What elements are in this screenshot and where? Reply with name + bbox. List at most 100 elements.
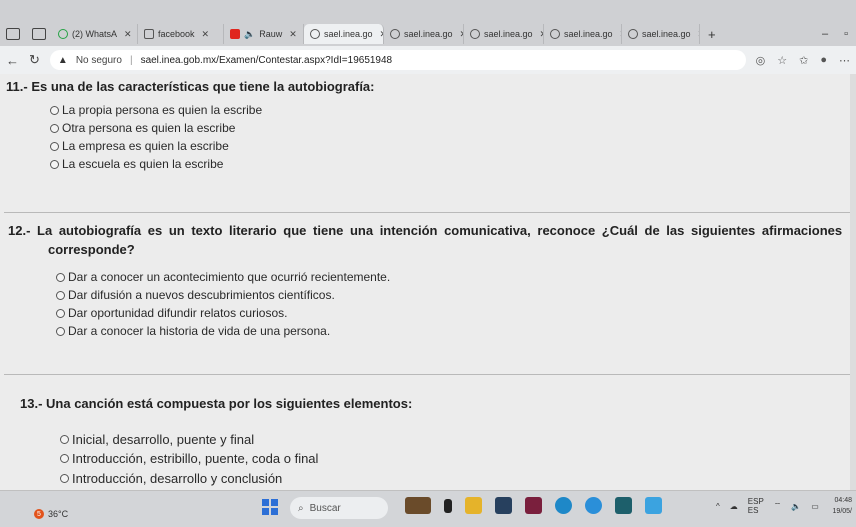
- new-tab-button[interactable]: +: [700, 27, 724, 42]
- radio-button[interactable]: [60, 454, 69, 463]
- q12-option-2[interactable]: Dar difusión a nuevos descubrimientos ci…: [56, 288, 335, 302]
- radio-button[interactable]: [56, 290, 65, 300]
- tab-actions-icon[interactable]: [32, 28, 46, 40]
- back-arrow-icon[interactable]: ←: [6, 53, 19, 68]
- weather-widget[interactable]: 5 36°C: [34, 509, 68, 519]
- globe-icon: [470, 29, 480, 39]
- option-label: Introducción, desarrollo y conclusión: [72, 471, 283, 486]
- more-menu-icon[interactable]: ⋯: [839, 54, 850, 67]
- tab-label: facebook: [158, 29, 195, 39]
- option-label: Dar difusión a nuevos descubrimientos ci…: [68, 288, 335, 302]
- q11-option-1[interactable]: La propia persona es quien la escribe: [50, 103, 262, 117]
- close-tab-icon[interactable]: ✕: [289, 29, 297, 40]
- option-label: La escuela es quien la escribe: [62, 157, 224, 171]
- address-bar[interactable]: ▲ No seguro | sael.inea.gob.mx/Examen/Co…: [49, 50, 746, 70]
- favorites-icon[interactable]: ✩: [799, 54, 808, 67]
- warning-icon[interactable]: ▲: [58, 55, 68, 66]
- q12-option-3[interactable]: Dar oportunidad difundir relatos curioso…: [56, 306, 287, 320]
- tab-sael[interactable]: sael.inea.go ✕: [384, 24, 464, 44]
- globe-icon: [310, 29, 320, 39]
- q13-option-3[interactable]: Introducción, desarrollo y conclusión: [60, 471, 282, 486]
- radio-button[interactable]: [56, 326, 65, 336]
- tab-sael-active[interactable]: sael.inea.go ✕: [304, 24, 384, 44]
- question-12-title: 12.- La autobiografía es un texto litera…: [8, 223, 856, 238]
- app-icon[interactable]: [645, 497, 662, 514]
- q12-option-4[interactable]: Dar a conocer la historia de vida de una…: [56, 324, 330, 338]
- close-tab-icon[interactable]: ✕: [202, 29, 210, 40]
- option-label: Dar a conocer un acontecimiento que ocur…: [68, 270, 391, 284]
- app-icon[interactable]: [585, 497, 602, 514]
- tab-whatsapp[interactable]: (2) WhatsA ✕: [52, 24, 138, 44]
- option-label: La empresa es quien la escribe: [62, 139, 229, 153]
- question-text: La autobiografía es un texto literario q…: [37, 223, 843, 238]
- tab-label: sael.inea.go: [404, 29, 453, 39]
- security-label[interactable]: No seguro: [76, 55, 122, 66]
- wifi-icon[interactable]: ⌔: [774, 501, 782, 511]
- q13-option-1[interactable]: Inicial, desarrollo, puente y final: [60, 432, 254, 447]
- radio-button[interactable]: [50, 141, 59, 151]
- exam-page: 11.- Es una de las características que t…: [0, 74, 856, 490]
- battery-icon[interactable]: ▭: [811, 502, 819, 511]
- favorite-star-icon[interactable]: ☆: [777, 54, 787, 67]
- option-label: Inicial, desarrollo, puente y final: [72, 432, 255, 447]
- tab-label: sael.inea.go: [324, 29, 373, 39]
- option-label: Dar oportunidad difundir relatos curioso…: [68, 306, 288, 320]
- radio-button[interactable]: [50, 159, 59, 169]
- radio-button[interactable]: [60, 435, 69, 444]
- file-explorer-icon[interactable]: [465, 497, 482, 514]
- tab-sael[interactable]: sael.inea.go ✕: [544, 24, 622, 44]
- url-text[interactable]: sael.inea.gob.mx/Examen/Contestar.aspx?I…: [141, 55, 393, 66]
- question-text: Una canción está compuesta por los sigui…: [46, 396, 413, 411]
- clock[interactable]: 04:48 19/05/: [833, 495, 852, 517]
- search-placeholder: Buscar: [309, 502, 341, 514]
- volume-icon[interactable]: 🔈: [791, 502, 801, 511]
- q12-option-1[interactable]: Dar a conocer un acontecimiento que ocur…: [56, 270, 390, 284]
- close-tab-icon[interactable]: ✕: [124, 29, 132, 40]
- taskbar-search[interactable]: ⌕ Buscar: [290, 497, 388, 519]
- radio-button[interactable]: [56, 308, 65, 318]
- minimize-icon[interactable]: –: [822, 28, 828, 40]
- workspaces-icon[interactable]: [6, 28, 20, 40]
- start-button[interactable]: [262, 499, 278, 515]
- q13-option-2[interactable]: Introducción, estribillo, puente, coda o…: [60, 451, 318, 466]
- tab-sael[interactable]: sael.inea.go ✕: [622, 24, 700, 44]
- app-icon[interactable]: [495, 497, 512, 514]
- q11-option-4[interactable]: La escuela es quien la escribe: [50, 157, 223, 171]
- question-number: 13.-: [20, 396, 43, 411]
- tab-rauw[interactable]: 🔈 Rauw ✕: [224, 24, 304, 44]
- tab-sael[interactable]: sael.inea.go ✕: [464, 24, 544, 44]
- chevron-up-icon[interactable]: ^: [716, 502, 720, 511]
- profile-icon[interactable]: ●: [820, 54, 827, 67]
- reload-icon[interactable]: ↻: [29, 52, 40, 68]
- app-icon[interactable]: [615, 497, 632, 514]
- q11-option-2[interactable]: Otra persona es quien la escribe: [50, 121, 235, 135]
- radio-button[interactable]: [56, 272, 65, 282]
- language-indicator[interactable]: ESP ES: [748, 497, 764, 515]
- temperature: 36°C: [48, 509, 69, 519]
- option-label: Introducción, estribillo, puente, coda o…: [72, 451, 319, 466]
- option-label: Otra persona es quien la escribe: [62, 121, 236, 135]
- window-controls: – ▫: [822, 28, 856, 40]
- browser-tab-bar: (2) WhatsA ✕ facebook ✕ 🔈 Rauw ✕ sael.in…: [0, 0, 856, 46]
- radio-button[interactable]: [60, 474, 69, 483]
- vertical-scrollbar[interactable]: [850, 74, 856, 490]
- edge-icon[interactable]: [555, 497, 572, 514]
- section-divider: [4, 374, 856, 375]
- widgets-icon[interactable]: [405, 497, 431, 514]
- question-11-title: 11.- Es una de las características que t…: [6, 79, 375, 94]
- address-separator: |: [129, 54, 133, 66]
- app-icon[interactable]: [444, 498, 452, 513]
- language-code: ESP: [747, 497, 764, 506]
- app-icon[interactable]: [525, 497, 542, 514]
- radio-button[interactable]: [50, 123, 59, 133]
- toolbar-icons: ◎ ☆ ✩ ● ⋯: [756, 54, 850, 67]
- tab-facebook[interactable]: facebook ✕: [138, 24, 224, 44]
- q11-option-3[interactable]: La empresa es quien la escribe: [50, 139, 229, 153]
- tab-label: sael.inea.go: [564, 29, 613, 39]
- cloud-icon[interactable]: ☁: [730, 502, 738, 511]
- restore-icon[interactable]: ▫: [844, 28, 848, 40]
- read-aloud-icon[interactable]: ◎: [756, 54, 766, 67]
- radio-button[interactable]: [50, 105, 59, 115]
- speaker-icon: 🔈: [244, 28, 256, 39]
- language-sub: ES: [747, 506, 759, 515]
